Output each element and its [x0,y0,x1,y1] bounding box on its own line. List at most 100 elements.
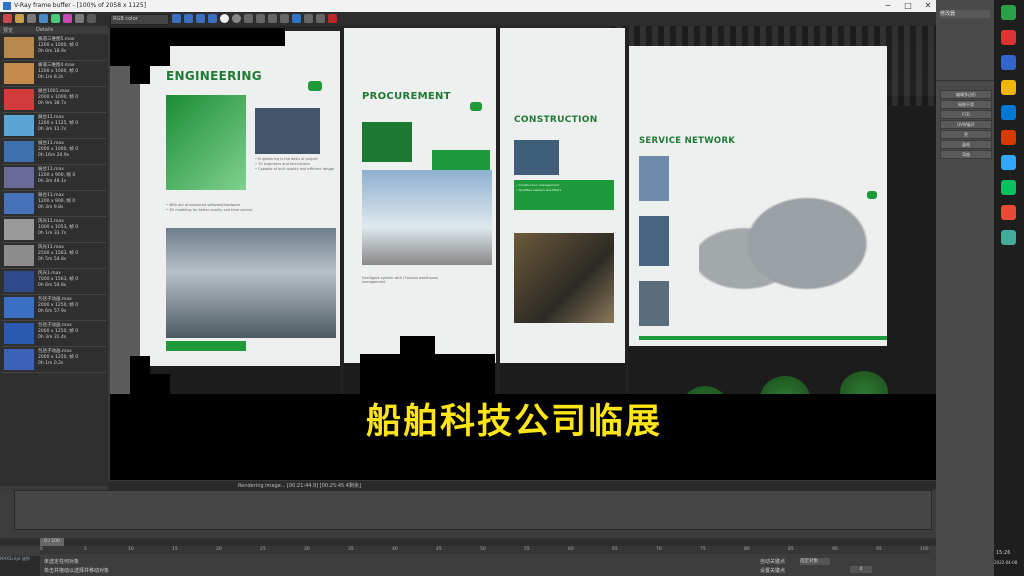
load-icon[interactable] [27,14,36,23]
app-icon[interactable] [1001,80,1016,95]
mask-block [400,336,435,354]
app-icon[interactable] [1001,230,1016,245]
current-frame-input[interactable]: 0 [850,566,872,573]
panel-title: SERVICE NETWORK [639,136,736,146]
modifier-button[interactable]: 晶格 [940,140,992,149]
render-icon[interactable] [280,14,289,23]
separator [936,80,994,81]
clear-icon[interactable] [15,14,24,23]
history-thumbnail [4,219,34,240]
green-line [639,336,887,340]
mono-icon[interactable] [232,14,241,23]
app-icon[interactable] [1001,55,1016,70]
autokey-label[interactable]: 自动关键点 [760,558,785,565]
save-icon[interactable] [3,14,12,23]
blue-channel-icon[interactable] [208,14,217,23]
filter-icon[interactable] [63,14,72,23]
maxscript-listener[interactable]: MAXScript 迷你 [0,556,40,576]
rgb-icon[interactable] [172,14,181,23]
frame-ruler[interactable]: 0 5 10 15 20 25 30 35 40 45 50 55 60 65 70 75 80 85 90 95 10… [40,546,930,554]
modifier-button[interactable]: 网格平滑 [940,100,992,109]
history-item[interactable]: 展台11.max 2000 x 1000, 帧 0 0h 16m 20.9s [2,139,106,165]
green-channel-icon[interactable] [196,14,205,23]
history-item[interactable]: 廊道三维图5.max 1200 x 1000, 帧 0 0h 0m 18.9s [2,35,106,61]
history-item[interactable]: 风光11.max 2500 x 1563, 帧 0 0h 5m 54.8s [2,243,106,269]
history-details: 包括子动画.max 2000 x 1250, 帧 0 0h 1m 0.2s [38,349,79,366]
modifier-button[interactable]: 弯曲 [940,150,992,159]
lock-icon[interactable] [292,14,301,23]
history-item[interactable]: 风光1.max 7000 x 1563, 帧 0 0h 6m 54.8s [2,269,106,295]
mask-block [110,28,285,46]
history-item[interactable]: 展台11.max 1200 x 1125, 帧 0 0h 3m 11.7s [2,113,106,139]
render-viewport[interactable]: ENGINEERING • Engineering is the basis o… [110,26,936,480]
history-details: 风光11.max 2500 x 1563, 帧 0 0h 5m 54.8s [38,245,79,262]
history-thumbnail [4,89,34,110]
history-header: 预览 Details [0,26,108,34]
frame-tick-label: 65 [612,547,618,552]
factory-image [362,170,492,265]
alpha-icon[interactable] [220,14,229,23]
history-item[interactable]: 展台1001.max 2000 x 1000, 帧 0 0h 9m 38.7s [2,87,106,113]
track-view[interactable] [14,490,932,530]
frame-tick-label: 60 [568,547,574,552]
options-icon[interactable] [75,14,84,23]
frame-tick-label: 85 [788,547,794,552]
panel-title: PROCUREMENT [362,91,451,102]
frame-display[interactable]: 0 / 100 [40,538,64,546]
minimize-button[interactable]: ─ [880,1,896,11]
setkey-label[interactable]: 设置关键点 [760,567,785,574]
frame-tick-label: 75 [700,547,706,552]
frame-tick-label: 40 [392,547,398,552]
maximize-button[interactable]: □ [900,1,916,11]
frame-tick-label: 25 [260,547,266,552]
pipe-image [514,233,614,323]
history-item[interactable]: 包括子动画.max 2000 x 1250, 帧 0 0h 1m 0.2s [2,347,106,373]
app-icon[interactable] [1001,205,1016,220]
selected-dropdown[interactable]: 选定对象 [800,558,830,565]
close-button[interactable]: ✕ [920,1,936,11]
delete-icon[interactable] [87,14,96,23]
app-icon[interactable] [1001,5,1016,20]
history-details: 展台11.max 1200 x 1125, 帧 0 0h 3m 11.7s [38,115,79,132]
frame-tick-label: 0 [40,547,43,552]
app-icon[interactable] [1001,180,1016,195]
vfb-status-bar: Rendering image... [00:21:44.9] [00:25:4… [108,481,938,490]
history-icon[interactable] [51,14,60,23]
channel-select[interactable]: RGB color [110,14,169,25]
modifier-button[interactable]: 壳 [940,130,992,139]
app-icon[interactable] [1001,105,1016,120]
panel-procurement: PROCUREMENT Intelligent system with IT-b… [344,28,496,363]
app-icon[interactable] [1001,30,1016,45]
time-slider[interactable]: 0 / 100 [0,538,936,546]
mask-block [130,356,150,374]
history-thumbnail [4,37,34,58]
vfb-toolbar: RGB color [0,12,940,27]
mask-block [360,354,495,394]
stop-render-icon[interactable] [268,14,277,23]
history-details: 展台1001.max 2000 x 1000, 帧 0 0h 9m 38.7s [38,89,79,106]
history-item[interactable]: 廊道三维图4.max 1200 x 1000, 帧 0 0h 1m 8.2s [2,61,106,87]
video-subtitle: 船舶科技公司临展 [366,402,663,442]
red-channel-icon[interactable] [184,14,193,23]
settings-icon[interactable] [316,14,325,23]
region-icon[interactable] [256,14,265,23]
link-icon[interactable] [304,14,313,23]
worker-image [255,108,320,154]
history-thumbnail [4,297,34,318]
app-icon[interactable] [1001,155,1016,170]
compare-icon[interactable] [39,14,48,23]
modifier-tab[interactable]: 修改器 [940,10,990,18]
track-mouse-icon[interactable] [244,14,253,23]
stop-icon[interactable] [328,14,337,23]
history-item[interactable]: 包括子动画.max 2000 x 1250, 帧 0 0h 3m 31.4s [2,321,106,347]
history-item[interactable]: 展台11.max 1200 x 900, 帧 0 0h 3m 49.1s [2,165,106,191]
history-thumbnail [4,115,34,136]
history-item[interactable]: 展台11.max 1200 x 900, 帧 0 0h 3m 9.8s [2,191,106,217]
app-icon[interactable] [1001,130,1016,145]
modifier-button[interactable]: 编辑多边形 [940,90,992,99]
modifier-button[interactable]: UVW展开 [940,120,992,129]
modifier-button[interactable]: FFD [940,110,992,119]
panel-engineering: ENGINEERING • Engineering is the basis o… [140,31,340,366]
history-item[interactable]: 包括子动画.max 2000 x 1250, 帧 0 0h 6m 57.9s [2,295,106,321]
history-item[interactable]: 风光11.max 1000 x 1053, 帧 0 0h 1m 33.7s [2,217,106,243]
